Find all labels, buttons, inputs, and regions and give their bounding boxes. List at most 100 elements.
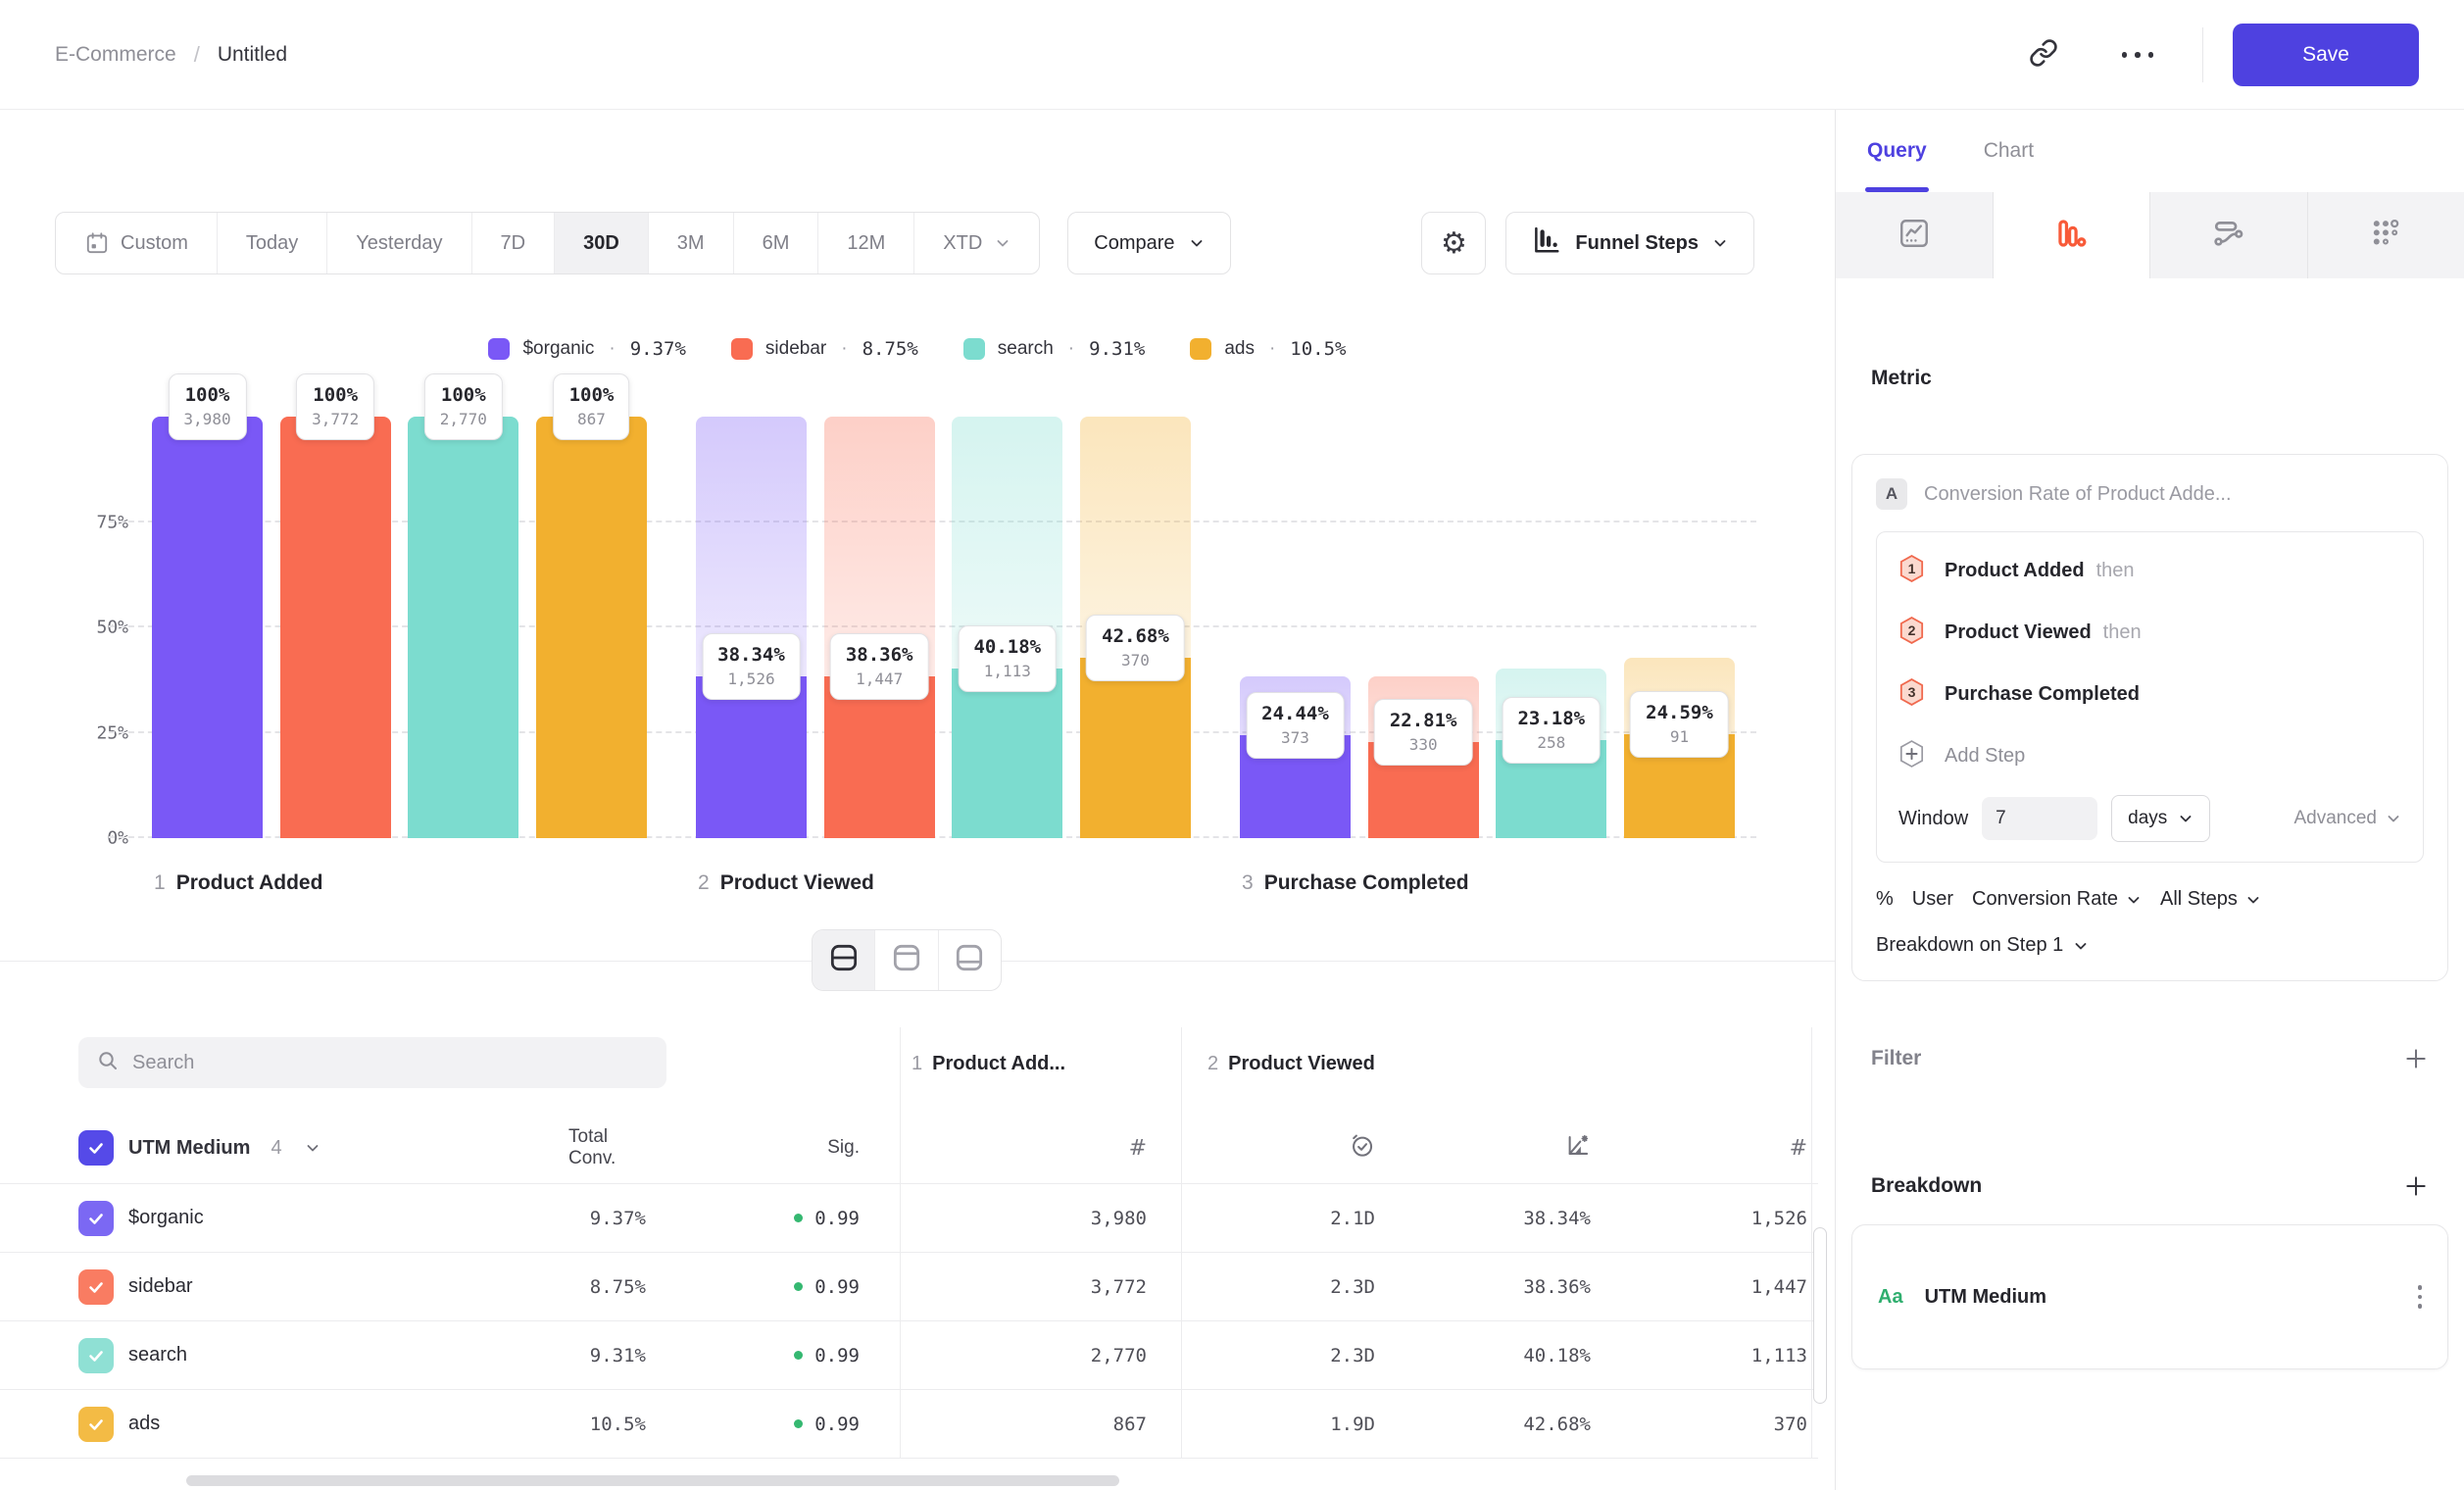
funnel-bar[interactable]: 42.68%370 — [1080, 417, 1191, 838]
horizontal-scrollbar[interactable] — [186, 1475, 1119, 1486]
tab-insights[interactable] — [1836, 192, 1994, 278]
step-suffix: then — [2103, 621, 2142, 644]
window-value-input[interactable] — [1982, 797, 2097, 840]
total-conv-header[interactable]: Total Conv. — [568, 1126, 646, 1169]
query-panel: Query Chart — [1835, 110, 2464, 1490]
date-range-xtd[interactable]: XTD — [914, 213, 1039, 273]
funnel-bar[interactable]: 24.59%91 — [1624, 417, 1735, 838]
bar-value-label: 100%3,980 — [168, 373, 246, 440]
date-range-30d[interactable]: 30D — [555, 213, 649, 273]
chevron-down-icon — [2126, 892, 2142, 908]
funnel-step-group: 100%3,980100%3,772100%2,770100%8671Produ… — [152, 417, 647, 838]
bar-count: 1,526 — [717, 669, 785, 690]
bar-percent: 100% — [312, 383, 359, 408]
breakdown-on-select[interactable]: Breakdown on Step 1 — [1876, 934, 2424, 957]
tab-retention[interactable] — [2308, 192, 2464, 278]
legend-item[interactable]: $organic·9.37% — [488, 338, 685, 360]
search-input[interactable] — [132, 1052, 649, 1074]
view-toggle-chart-only[interactable] — [875, 930, 938, 990]
page-title[interactable]: Untitled — [218, 43, 287, 67]
measure-scope-select[interactable]: All Steps — [2160, 888, 2261, 911]
metric-step-row[interactable]: 1Product Addedthen — [1898, 540, 2401, 602]
ellipsis-icon — [2122, 52, 2154, 58]
add-breakdown-button[interactable] — [2403, 1173, 2429, 1199]
measure-metric-select[interactable]: Conversion Rate — [1972, 888, 2142, 911]
select-all-checkbox[interactable] — [78, 1130, 114, 1166]
step2-avg-time: 1.9D — [1330, 1414, 1375, 1435]
row-checkbox[interactable] — [78, 1201, 114, 1236]
breakdown-section: Breakdown — [1871, 1173, 2429, 1199]
funnel-bar[interactable]: 40.18%1,113 — [952, 417, 1062, 838]
legend-item[interactable]: search·9.31% — [963, 338, 1146, 360]
measure-entity[interactable]: User — [1912, 888, 1953, 911]
save-button[interactable]: Save — [2233, 24, 2419, 86]
legend-item[interactable]: ads·10.5% — [1190, 338, 1346, 360]
breakdown-item-card[interactable]: Aa UTM Medium — [1851, 1224, 2448, 1369]
share-link-button[interactable] — [2012, 24, 2075, 86]
bar-count: 370 — [1102, 650, 1169, 671]
funnel-bar[interactable]: 38.34%1,526 — [696, 417, 807, 838]
breakdown-column-label[interactable]: UTM Medium — [128, 1137, 250, 1160]
bar-value-label: 100%867 — [554, 373, 630, 440]
funnel-bar[interactable]: 100%867 — [536, 417, 647, 838]
more-menu-button[interactable] — [2106, 24, 2169, 86]
funnel-bar[interactable]: 22.81%330 — [1368, 417, 1479, 838]
step-name: Product Viewed — [720, 871, 874, 894]
legend-label: $organic — [522, 338, 594, 360]
metric-title-row[interactable]: A Conversion Rate of Product Adde... — [1876, 478, 2424, 510]
chart-settings-button[interactable]: ⚙ — [1421, 212, 1486, 274]
tab-query[interactable]: Query — [1867, 110, 1927, 192]
funnel-bar[interactable]: 24.44%373 — [1240, 417, 1351, 838]
date-range-3m[interactable]: 3M — [649, 213, 734, 273]
count-metric-icon[interactable]: # — [1790, 1136, 1807, 1161]
time-to-convert-icon[interactable] — [1349, 1132, 1375, 1164]
view-toggle-split[interactable] — [813, 930, 875, 990]
date-range-custom[interactable]: Custom — [56, 213, 218, 273]
add-filter-button[interactable] — [2403, 1046, 2429, 1071]
table-step1-header[interactable]: 1Product Add... — [912, 1053, 1065, 1075]
breadcrumb-project[interactable]: E-Commerce — [55, 43, 176, 67]
vertical-scrollbar[interactable] — [1813, 1227, 1827, 1404]
chart-type-button[interactable]: Funnel Steps — [1505, 212, 1754, 274]
funnel-bar[interactable]: 38.36%1,447 — [824, 417, 935, 838]
legend-item[interactable]: sidebar·8.75% — [731, 338, 918, 360]
conversion-rate-icon[interactable] — [1564, 1132, 1591, 1164]
window-unit-select[interactable]: days — [2111, 795, 2210, 842]
table-row[interactable]: sidebar8.75%0.993,7722.3D38.36%1,447 — [0, 1253, 1818, 1321]
funnel-bar[interactable]: 23.18%258 — [1496, 417, 1606, 838]
add-step-row[interactable]: Add Step — [1898, 725, 2401, 787]
row-checkbox[interactable] — [78, 1338, 114, 1373]
total-conv-value: 10.5% — [590, 1414, 646, 1435]
funnel-bar[interactable]: 100%3,980 — [152, 417, 263, 838]
compare-button[interactable]: Compare — [1067, 212, 1230, 274]
date-range-yesterday[interactable]: Yesterday — [327, 213, 471, 273]
tab-funnels[interactable] — [1994, 192, 2151, 278]
chevron-down-icon[interactable] — [305, 1140, 320, 1156]
chevron-down-icon — [2386, 811, 2401, 826]
view-toggle-table-only[interactable] — [939, 930, 1001, 990]
funnel-bar[interactable]: 100%2,770 — [408, 417, 518, 838]
add-step-label: Add Step — [1945, 745, 2025, 768]
table-row[interactable]: ads10.5%0.998671.9D42.68%370 — [0, 1390, 1818, 1459]
kebab-menu-icon[interactable] — [2418, 1285, 2423, 1309]
bar-segment — [824, 676, 935, 838]
count-metric-icon[interactable]: # — [1129, 1136, 1147, 1161]
tab-flows[interactable] — [2150, 192, 2308, 278]
sig-header[interactable]: Sig. — [827, 1137, 860, 1159]
metric-step-row[interactable]: 2Product Viewedthen — [1898, 602, 2401, 664]
date-range-12m[interactable]: 12M — [818, 213, 914, 273]
date-range-today[interactable]: Today — [218, 213, 327, 273]
table-row[interactable]: $organic9.37%0.993,9802.1D38.34%1,526 — [0, 1184, 1818, 1253]
funnel-bar[interactable]: 100%3,772 — [280, 417, 391, 838]
metric-step-row[interactable]: 3Purchase Completed — [1898, 664, 2401, 725]
date-range-7d[interactable]: 7D — [472, 213, 556, 273]
table-row[interactable]: search9.31%0.992,7702.3D40.18%1,113 — [0, 1321, 1818, 1390]
table-step2-header[interactable]: 2Product Viewed — [1207, 1053, 1375, 1075]
tab-chart[interactable]: Chart — [1984, 110, 2034, 192]
bar-segment — [536, 417, 647, 838]
row-checkbox[interactable] — [78, 1269, 114, 1305]
date-range-6m[interactable]: 6M — [734, 213, 819, 273]
row-checkbox[interactable] — [78, 1407, 114, 1442]
window-unit-label: days — [2128, 808, 2167, 829]
advanced-toggle[interactable]: Advanced — [2293, 808, 2401, 829]
